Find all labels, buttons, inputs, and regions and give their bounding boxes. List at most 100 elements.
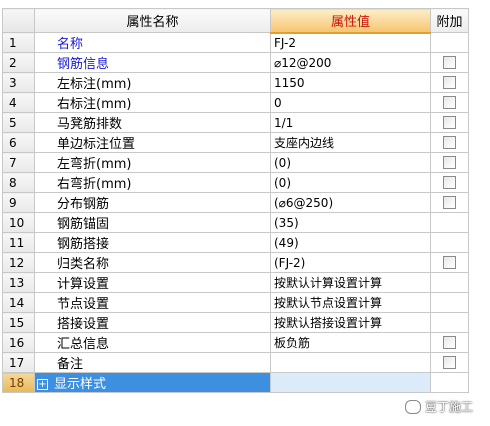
- table-row[interactable]: 10 钢筋锚固 (35): [2, 212, 469, 233]
- property-value-cell[interactable]: 1150: [270, 72, 431, 93]
- property-name-label: 名称: [57, 37, 84, 52]
- row-number: 16: [2, 332, 35, 353]
- header-property-name[interactable]: 属性名称: [34, 8, 271, 33]
- property-name-cell[interactable]: 备注: [34, 352, 271, 373]
- property-value-cell[interactable]: [270, 352, 431, 373]
- property-name-cell[interactable]: 节点设置: [34, 292, 271, 313]
- property-value-cell[interactable]: 支座内边线: [270, 132, 431, 153]
- row-number: 3: [2, 72, 35, 93]
- property-name-cell[interactable]: 马凳筋排数: [34, 112, 271, 133]
- property-name-label: 钢筋锚固: [57, 217, 110, 232]
- property-name-cell[interactable]: 右弯折(mm): [34, 172, 271, 193]
- property-value-cell[interactable]: 0: [270, 92, 431, 113]
- add-checkbox[interactable]: [443, 96, 456, 109]
- add-cell[interactable]: [430, 52, 469, 73]
- add-checkbox[interactable]: [443, 136, 456, 149]
- right-blank-area: [474, 8, 488, 420]
- add-cell[interactable]: [430, 352, 469, 373]
- add-checkbox[interactable]: [443, 56, 456, 69]
- expand-plus-icon[interactable]: +: [37, 379, 48, 390]
- property-value-cell[interactable]: 按默认节点设置计算: [270, 292, 431, 313]
- property-value-cell[interactable]: FJ-2: [270, 32, 431, 53]
- add-cell[interactable]: [430, 132, 469, 153]
- property-value-cell[interactable]: (35): [270, 212, 431, 233]
- table-row[interactable]: 11 钢筋搭接 (49): [2, 232, 469, 253]
- row-number: 7: [2, 152, 35, 173]
- table-row[interactable]: 3 左标注(mm) 1150: [2, 72, 469, 93]
- property-name-cell[interactable]: 右标注(mm): [34, 92, 271, 113]
- table-row[interactable]: 8 右弯折(mm) (0): [2, 172, 469, 193]
- add-cell[interactable]: [430, 332, 469, 353]
- property-name-cell[interactable]: 钢筋搭接: [34, 232, 271, 253]
- table-row[interactable]: 7 左弯折(mm) (0): [2, 152, 469, 173]
- add-checkbox[interactable]: [443, 116, 456, 129]
- property-name-cell[interactable]: 汇总信息: [34, 332, 271, 353]
- property-value-cell[interactable]: ⌀12@200: [270, 52, 431, 73]
- property-name-cell[interactable]: 名称: [34, 32, 271, 53]
- table-row[interactable]: 6 单边标注位置 支座内边线: [2, 132, 469, 153]
- property-name-label: 钢筋信息: [57, 57, 110, 72]
- header-add[interactable]: 附加: [430, 8, 469, 33]
- property-name-cell[interactable]: 分布钢筋: [34, 192, 271, 213]
- table-row[interactable]: 13 计算设置 按默认计算设置计算: [2, 272, 469, 293]
- row-number: 1: [2, 32, 35, 53]
- row-number: 14: [2, 292, 35, 313]
- property-value-cell[interactable]: 板负筋: [270, 332, 431, 353]
- property-value-cell[interactable]: (49): [270, 232, 431, 253]
- watermark-text: 豆丁施工: [425, 400, 474, 414]
- property-value-cell[interactable]: (0): [270, 172, 431, 193]
- table-row[interactable]: 12 归类名称 (FJ-2): [2, 252, 469, 273]
- property-value-cell[interactable]: (FJ-2): [270, 252, 431, 273]
- add-cell: [430, 32, 469, 53]
- add-checkbox[interactable]: [443, 336, 456, 349]
- row-number: 17: [2, 352, 35, 373]
- property-name-cell[interactable]: 单边标注位置: [34, 132, 271, 153]
- property-value-cell[interactable]: [270, 372, 431, 393]
- table-row[interactable]: 14 节点设置 按默认节点设置计算: [2, 292, 469, 313]
- add-cell[interactable]: [430, 92, 469, 113]
- table-row[interactable]: 4 右标注(mm) 0: [2, 92, 469, 113]
- add-cell[interactable]: [430, 252, 469, 273]
- add-checkbox[interactable]: [443, 156, 456, 169]
- property-value-cell[interactable]: (⌀6@250): [270, 192, 431, 213]
- row-number: 9: [2, 192, 35, 213]
- property-name-cell[interactable]: 归类名称: [34, 252, 271, 273]
- add-cell[interactable]: [430, 192, 469, 213]
- table-row[interactable]: 16 汇总信息 板负筋: [2, 332, 469, 353]
- add-checkbox[interactable]: [443, 256, 456, 269]
- table-row[interactable]: 2 钢筋信息 ⌀12@200: [2, 52, 469, 73]
- property-name-cell[interactable]: 搭接设置: [34, 312, 271, 333]
- add-checkbox[interactable]: [443, 196, 456, 209]
- table-row[interactable]: 17 备注: [2, 352, 469, 373]
- table-row[interactable]: 5 马凳筋排数 1/1: [2, 112, 469, 133]
- add-cell[interactable]: [430, 172, 469, 193]
- property-value-cell[interactable]: 按默认计算设置计算: [270, 272, 431, 293]
- add-cell[interactable]: [430, 72, 469, 93]
- add-cell[interactable]: [430, 112, 469, 133]
- property-value-cell[interactable]: 1/1: [270, 112, 431, 133]
- property-name-label: 计算设置: [57, 277, 110, 292]
- property-name-label: 马凳筋排数: [57, 117, 123, 132]
- property-name-cell[interactable]: 计算设置: [34, 272, 271, 293]
- add-cell[interactable]: [430, 152, 469, 173]
- property-value-cell[interactable]: (0): [270, 152, 431, 173]
- row-number: 4: [2, 92, 35, 113]
- add-checkbox[interactable]: [443, 356, 456, 369]
- header-property-value[interactable]: 属性值: [270, 8, 431, 34]
- property-name-cell[interactable]: 钢筋锚固: [34, 212, 271, 233]
- property-name-label: 搭接设置: [57, 317, 110, 332]
- add-checkbox[interactable]: [443, 176, 456, 189]
- property-name-cell[interactable]: 左弯折(mm): [34, 152, 271, 173]
- table-row[interactable]: 18 + 显示样式: [2, 372, 469, 393]
- property-value-cell[interactable]: 按默认搭接设置计算: [270, 312, 431, 333]
- table-row[interactable]: 15 搭接设置 按默认搭接设置计算: [2, 312, 469, 333]
- table-row[interactable]: 1 名称 FJ-2: [2, 32, 469, 53]
- property-name-label: 钢筋搭接: [57, 237, 110, 252]
- property-name-cell[interactable]: + 显示样式: [34, 372, 271, 393]
- wechat-icon: [405, 399, 421, 414]
- row-number: 8: [2, 172, 35, 193]
- property-name-cell[interactable]: 钢筋信息: [34, 52, 271, 73]
- property-name-cell[interactable]: 左标注(mm): [34, 72, 271, 93]
- add-checkbox[interactable]: [443, 76, 456, 89]
- table-row[interactable]: 9 分布钢筋 (⌀6@250): [2, 192, 469, 213]
